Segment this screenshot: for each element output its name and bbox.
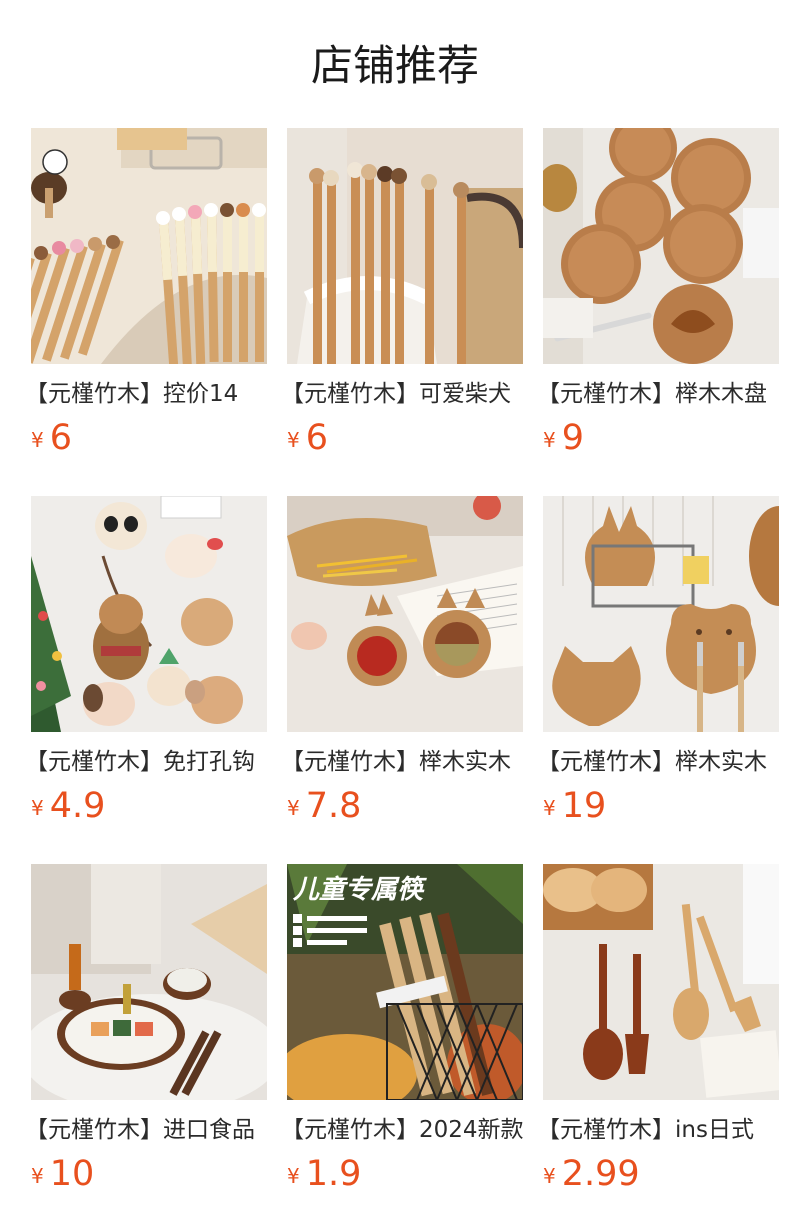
price-value: 1.9 [305,1154,362,1194]
product-title[interactable]: 【元槿竹木】ins日式 [537,1112,779,1148]
product-card[interactable]: 【元槿竹木】控价14 ¥6 [31,128,267,468]
product-image[interactable] [543,128,779,364]
product-title[interactable]: 【元槿竹木】进口食品 [31,1112,267,1148]
product-title[interactable]: 【元槿竹木】免打孔钩 [31,744,267,780]
currency-symbol: ¥ [287,428,300,452]
price-value: 19 [561,786,607,826]
product-image[interactable] [543,864,779,1100]
product-price: ¥2.99 [543,1152,640,1196]
price-value: 10 [49,1154,95,1194]
product-grid: 【元槿竹木】控价14 ¥6 【元槿竹木】可爱柴犬 ¥ 6 【元槿竹木】榉木木盘 … [31,128,790,1232]
product-title[interactable]: 【元槿竹木】可爱柴犬 [281,376,523,412]
product-title[interactable]: 【元槿竹木】榉木实木 [281,744,523,780]
currency-symbol: ¥ [543,796,556,820]
product-card[interactable]: 【元槿竹木】榉木木盘 ¥9 [537,128,779,468]
product-title[interactable]: 【元槿竹木】榉木木盘 [537,376,779,412]
product-card[interactable]: 【元槿竹木】进口食品 ¥10 [31,864,267,1204]
product-price: ¥19 [543,784,606,828]
product-card[interactable]: 儿童专属筷 【元槿竹木】2024新款 ¥1.9 [281,864,523,1204]
product-card[interactable]: 【元槿竹木】免打孔钩 ¥4.9 [31,496,267,836]
product-price: ¥7.8 [287,784,361,828]
product-price: ¥10 [31,1152,94,1196]
currency-symbol: ¥ [287,796,300,820]
product-image[interactable] [543,496,779,732]
product-title[interactable]: 【元槿竹木】控价14 [31,376,267,412]
product-price: ¥6 [287,416,328,460]
product-card[interactable]: 【元槿竹木】可爱柴犬 ¥6 [281,128,523,468]
price-value: 9 [561,418,585,458]
price-value: 6 [305,418,329,458]
product-image[interactable] [287,128,523,364]
currency-symbol: ¥ [543,1164,556,1188]
product-price: ¥4.9 [31,784,105,828]
currency-symbol: ¥ [287,1164,300,1188]
product-image[interactable] [31,128,267,364]
product-image[interactable] [31,864,267,1100]
banner-overlay-text: 儿童专属筷 [292,874,427,904]
currency-symbol: ¥ [31,1164,44,1188]
section-title: 店铺推荐 [310,41,479,90]
product-title[interactable]: 【元槿竹木】2024新款 [281,1112,523,1148]
currency-symbol: ¥ [543,428,556,452]
product-image[interactable]: 儿童专属筷 [287,864,523,1100]
price-value: 6 [49,418,73,458]
product-title[interactable]: 【元槿竹木】榉木实木 [537,744,779,780]
product-price: ¥9 [543,416,584,460]
currency-symbol: ¥ [31,428,44,452]
product-card[interactable]: 【元槿竹木】ins日式 ¥2.99 [537,864,779,1204]
product-image[interactable] [31,496,267,732]
price-value: 7.8 [305,786,362,826]
product-price: ¥6 [31,416,72,460]
currency-symbol: ¥ [31,796,44,820]
product-image[interactable] [287,496,523,732]
product-card[interactable]: 【元槿竹木】榉木实木 ¥7.8 [281,496,523,836]
price-value: 4.9 [49,786,106,826]
product-price: ¥1.9 [287,1152,361,1196]
product-card[interactable]: 【元槿竹木】榉木实木 ¥19 [537,496,779,836]
price-value: 2.99 [561,1154,640,1194]
